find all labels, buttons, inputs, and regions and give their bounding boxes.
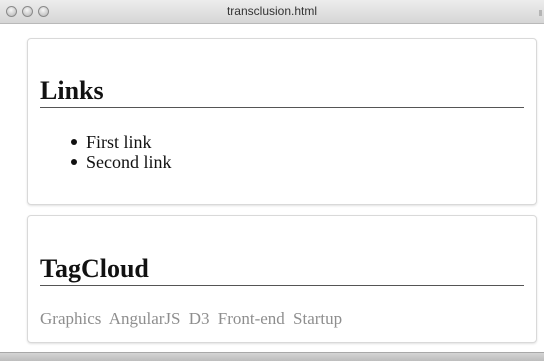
list-item[interactable]: First link <box>71 132 172 152</box>
tag-item[interactable]: Front-end <box>218 309 285 328</box>
links-heading: Links <box>40 76 524 108</box>
list-item[interactable]: Second link <box>71 152 172 172</box>
bullet-icon <box>71 139 77 145</box>
window-status-bar <box>0 352 544 361</box>
links-list: First link Second link <box>71 132 172 172</box>
page-content: Links First link Second link TagCloud Gr… <box>0 24 544 352</box>
toolbar-toggle-icon[interactable] <box>539 10 542 16</box>
bullet-icon <box>71 159 77 165</box>
link-label[interactable]: Second link <box>86 152 172 172</box>
tag-item[interactable]: Graphics <box>40 309 101 328</box>
tag-cloud: Graphics AngularJS D3 Front-end Startup <box>40 309 346 329</box>
tag-item[interactable]: AngularJS <box>109 309 181 328</box>
link-label[interactable]: First link <box>86 132 152 152</box>
links-panel: Links First link Second link <box>27 38 537 205</box>
tag-item[interactable]: D3 <box>189 309 210 328</box>
window-title: transclusion.html <box>226 4 318 18</box>
window-titlebar[interactable]: transclusion.html <box>0 0 544 24</box>
browser-window: transclusion.html Links First link Secon… <box>0 0 544 361</box>
tag-item[interactable]: Startup <box>293 309 342 328</box>
tagcloud-panel: TagCloud Graphics AngularJS D3 Front-end… <box>27 215 537 343</box>
tagcloud-heading: TagCloud <box>40 254 524 286</box>
